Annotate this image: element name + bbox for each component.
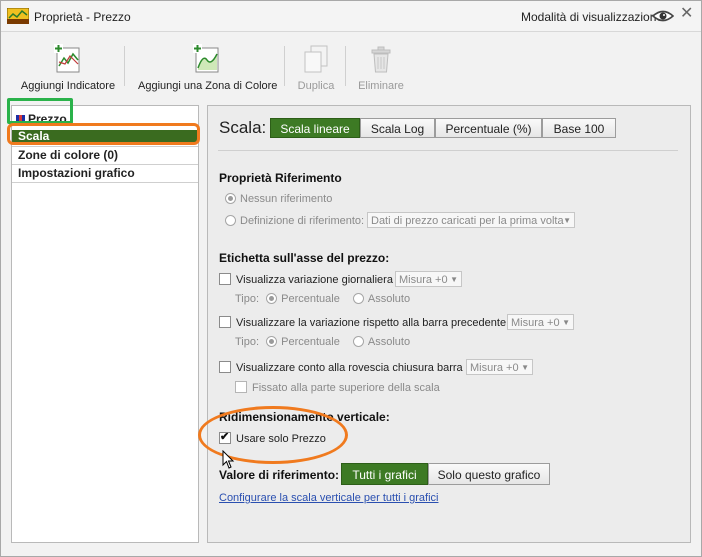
reference-definition-select[interactable]: Dati di prezzo caricati per la prima vol… — [367, 212, 575, 228]
add-color-zone-icon — [193, 44, 219, 73]
reference-definition-radio[interactable] — [225, 215, 236, 226]
no-reference-option[interactable]: Nessun riferimento — [225, 193, 332, 205]
daily-change-label: Visualizza variazione giornaliera — [236, 274, 393, 286]
scale-linear-button[interactable]: Scala lineare — [270, 118, 360, 138]
scale-percent-button[interactable]: Percentuale (%) — [435, 118, 542, 138]
tree-item-color-zones[interactable]: Zone di colore (0) — [12, 146, 198, 164]
prev-bar-absolute-label: Assoluto — [367, 336, 411, 348]
close-icon[interactable]: ✕ — [680, 6, 694, 22]
type-label: Tipo: — [235, 336, 260, 348]
daily-change-measure-value: Misura +0 — [399, 274, 448, 286]
prev-bar-type-row: Tipo: Percentuale Assoluto — [235, 336, 410, 348]
fixed-top-checkbox[interactable] — [235, 381, 247, 393]
chevron-down-icon: ▼ — [562, 318, 570, 327]
this-chart-only-button[interactable]: Solo questo grafico — [428, 463, 550, 485]
configure-vertical-scale-link[interactable]: Configurare la scala verticale per tutti… — [219, 492, 438, 504]
daily-change-type-row: Tipo: Percentuale Assoluto — [235, 293, 410, 305]
add-indicator-label: Aggiungi Indicatore — [20, 80, 116, 92]
no-reference-radio[interactable] — [225, 193, 236, 204]
toolbar: Aggiungi Indicatore Aggiungi una Zona di… — [1, 32, 701, 97]
settings-tree: Prezzo Scala Zone di colore (0) Impostaz… — [11, 105, 199, 543]
highlight-price-root — [7, 98, 73, 124]
daily-change-measure-select[interactable]: Misura +0 ▼ — [395, 271, 462, 287]
toolbar-separator — [124, 46, 125, 86]
daily-change-option[interactable]: Visualizza variazione giornaliera — [219, 273, 393, 286]
highlight-use-price-only — [198, 406, 348, 464]
scale-label: Scala: — [219, 118, 267, 137]
add-color-zone-button[interactable]: Aggiungi una Zona di Colore — [138, 44, 278, 92]
reference-definition-label: Definizione di riferimento: — [240, 215, 365, 227]
view-mode-label[interactable]: Modalità di visualizzazione — [521, 10, 663, 24]
chevron-down-icon: ▼ — [521, 363, 529, 372]
prev-bar-percent-label: Percentuale — [281, 336, 340, 348]
daily-percent-label: Percentuale — [281, 293, 340, 305]
divider — [12, 182, 198, 183]
duplicate-icon — [304, 45, 328, 73]
toolbar-separator — [345, 46, 346, 86]
toolbar-separator — [284, 46, 285, 86]
duplicate-button[interactable]: Duplica — [292, 44, 340, 92]
delete-label: Eliminare — [358, 80, 404, 92]
divider — [218, 150, 678, 151]
scale-base100-button[interactable]: Base 100 — [542, 118, 616, 138]
eye-icon[interactable] — [652, 7, 674, 25]
daily-percent-radio[interactable] — [266, 293, 278, 304]
countdown-label: Visualizzare conto alla rovescia chiusur… — [236, 362, 463, 374]
tree-item-chart-settings[interactable]: Impostazioni grafico — [12, 164, 198, 182]
countdown-option[interactable]: Visualizzare conto alla rovescia chiusur… — [219, 361, 463, 374]
reference-heading: Proprietà Riferimento — [219, 171, 342, 185]
add-color-zone-label: Aggiungi una Zona di Colore — [138, 80, 278, 92]
reference-definition-value: Dati di prezzo caricati per la prima vol… — [371, 215, 564, 227]
prev-bar-change-option[interactable]: Visualizzare la variazione rispetto alla… — [219, 316, 506, 329]
add-indicator-icon — [54, 44, 80, 73]
daily-absolute-radio[interactable] — [352, 293, 364, 304]
prev-bar-measure-value: Misura +0 — [511, 317, 560, 329]
no-reference-label: Nessun riferimento — [240, 193, 333, 205]
properties-dialog: Proprietà - Prezzo Modalità di visualizz… — [0, 0, 702, 557]
prev-bar-percent-radio[interactable] — [266, 336, 278, 347]
chevron-down-icon: ▼ — [563, 216, 571, 225]
prev-bar-change-label: Visualizzare la variazione rispetto alla… — [236, 317, 507, 329]
scale-settings-panel: Scala: Scala lineare Scala Log Percentua… — [207, 105, 691, 543]
scale-log-button[interactable]: Scala Log — [360, 118, 435, 138]
prev-bar-measure-select[interactable]: Misura +0 ▼ — [507, 314, 574, 330]
add-indicator-button[interactable]: Aggiungi Indicatore — [20, 44, 116, 92]
all-charts-button[interactable]: Tutti i grafici — [341, 463, 428, 485]
window-title: Proprietà - Prezzo — [34, 10, 131, 24]
trash-icon — [371, 46, 391, 73]
fixed-top-option[interactable]: Fissato alla parte superiore della scala — [235, 381, 440, 394]
reference-definition-option[interactable]: Definizione di riferimento: — [225, 215, 364, 227]
reference-value-label: Valore di riferimento: — [219, 468, 340, 482]
duplicate-label: Duplica — [297, 80, 335, 92]
fixed-top-label: Fissato alla parte superiore della scala — [252, 382, 440, 394]
price-axis-label-heading: Etichetta sull'asse del prezzo: — [219, 251, 390, 265]
chevron-down-icon: ▼ — [450, 275, 458, 284]
type-label: Tipo: — [235, 293, 260, 305]
delete-button[interactable]: Eliminare — [353, 44, 409, 92]
countdown-checkbox[interactable] — [219, 361, 231, 373]
countdown-measure-select[interactable]: Misura +0 ▼ — [466, 359, 533, 375]
demo-badge-icon — [7, 8, 29, 24]
prev-bar-absolute-radio[interactable] — [352, 336, 364, 347]
daily-change-checkbox[interactable] — [219, 273, 231, 285]
prev-bar-change-checkbox[interactable] — [219, 316, 231, 328]
countdown-measure-value: Misura +0 — [470, 362, 519, 374]
mouse-cursor-icon — [222, 450, 235, 469]
highlight-scale-item — [7, 123, 200, 145]
title-bar: Proprietà - Prezzo Modalità di visualizz… — [1, 1, 701, 32]
daily-absolute-label: Assoluto — [367, 293, 411, 305]
